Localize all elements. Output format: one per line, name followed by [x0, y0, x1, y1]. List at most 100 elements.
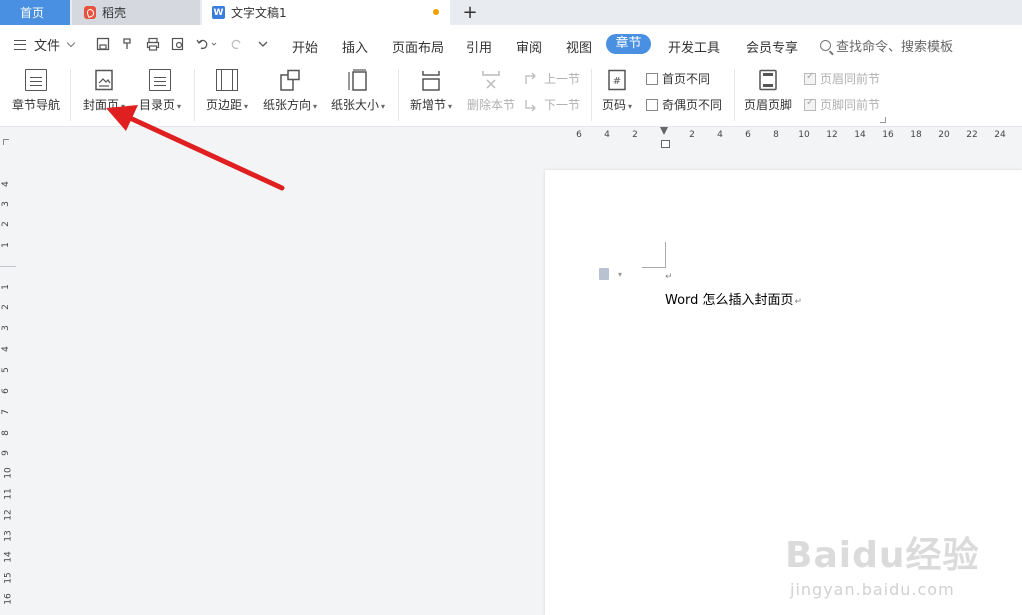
- paragraph-mark-icon: ↵: [794, 297, 803, 307]
- delete-section-button[interactable]: 删除本节: [464, 63, 518, 113]
- different-odd-even-checkbox[interactable]: 奇偶页不同: [646, 96, 722, 113]
- menu-developer[interactable]: 开发工具: [668, 37, 720, 56]
- margins-icon: [216, 69, 238, 91]
- unsaved-indicator-icon: [433, 9, 439, 15]
- vertical-ruler[interactable]: 4 3 2 1 1 2 3 4 5 6 7 8 9 10 11 12 13 14…: [0, 147, 16, 615]
- new-section-icon: [422, 71, 440, 91]
- ruler-tick-label: 10: [3, 467, 14, 479]
- ruler-tick-label: 13: [3, 530, 14, 542]
- paper-size-button[interactable]: 纸张大小: [327, 63, 389, 113]
- next-section-label: 下一节: [544, 98, 581, 112]
- redo-icon[interactable]: [229, 37, 243, 51]
- toc-page-button[interactable]: 目录页: [134, 63, 186, 113]
- margins-button[interactable]: 页边距: [200, 63, 254, 113]
- indent-marker-icon[interactable]: [660, 127, 670, 148]
- checkbox-icon: [646, 98, 658, 111]
- file-menu[interactable]: 文件: [14, 35, 76, 54]
- watermark-brand: Baidu经验: [785, 535, 980, 576]
- chevron-down-icon[interactable]: ▾: [618, 270, 622, 279]
- menu-references[interactable]: 引用: [466, 37, 492, 56]
- toc-page-icon: [149, 69, 171, 91]
- header-footer-button[interactable]: 页眉页脚: [740, 63, 796, 113]
- watermark-url: jingyan.baidu.com: [790, 580, 955, 599]
- search-icon: [820, 40, 831, 51]
- margins-label: 页边距: [206, 96, 248, 113]
- new-section-label: 新增节: [410, 96, 452, 113]
- print-preview-icon[interactable]: [171, 37, 185, 51]
- tab-daoke-label: 稻壳: [102, 6, 127, 20]
- cover-page-button[interactable]: 封面页: [78, 63, 130, 113]
- ruler-tick-label: 3: [0, 201, 11, 207]
- footer-same-as-previous-checkbox[interactable]: 页脚同前节: [804, 96, 880, 113]
- divider: [70, 69, 71, 121]
- next-section-icon: [525, 99, 536, 111]
- orientation-button[interactable]: 纸张方向: [259, 63, 321, 113]
- menu-page-layout[interactable]: 页面布局: [392, 37, 444, 56]
- horizontal-ruler[interactable]: 6 4 2 2 4 6 8 10 12 14 16 18 20 22 24: [0, 127, 1022, 147]
- prev-section-label: 上一节: [544, 72, 581, 86]
- document-body-text[interactable]: Word 怎么插入封面页↵: [665, 289, 802, 308]
- format-painter-icon[interactable]: [121, 37, 135, 51]
- tab-daoke[interactable]: 稻壳: [72, 0, 200, 25]
- menu-home[interactable]: 开始: [292, 37, 318, 56]
- writer-doc-icon: W: [212, 6, 225, 19]
- document-text: Word 怎么插入封面页: [665, 293, 794, 308]
- tab-stop-selector-icon[interactable]: [3, 139, 9, 145]
- undo-icon[interactable]: [196, 37, 218, 51]
- ruler-tick-label: 6: [0, 388, 11, 394]
- chapter-nav-icon: [25, 69, 47, 91]
- menu-bar: 文件 开始 插入 页面布局 引用 审阅 视图 章节 开发工具 会员专享 查找命令…: [0, 25, 1022, 63]
- save-icon[interactable]: [96, 37, 110, 51]
- ruler-tick-label: 8: [773, 130, 779, 140]
- menu-chapter[interactable]: 章节: [606, 34, 651, 54]
- ruler-tick-label: 4: [0, 346, 11, 352]
- ruler-tick-label: 1: [0, 242, 11, 248]
- tab-bar: 首页 稻壳 W 文字文稿1 +: [0, 0, 1022, 25]
- cover-page-label: 封面页: [83, 96, 125, 113]
- header-same-as-previous-checkbox[interactable]: 页眉同前节: [804, 70, 880, 87]
- command-search[interactable]: 查找命令、搜索模板: [820, 36, 953, 55]
- ruler-tick-label: 2: [0, 304, 11, 310]
- ruler-tick-label: 6: [576, 130, 582, 140]
- divider: [398, 69, 399, 121]
- ruler-tick-label: 16: [3, 593, 14, 605]
- menu-review[interactable]: 审阅: [516, 37, 542, 56]
- new-section-button[interactable]: 新增节: [405, 63, 457, 113]
- menu-member[interactable]: 会员专享: [746, 37, 798, 56]
- daoke-logo-icon: [84, 6, 96, 19]
- tab-home[interactable]: 首页: [0, 0, 70, 25]
- page-number-button[interactable]: # 页码: [596, 63, 638, 113]
- ruler-tick-label: 2: [632, 130, 638, 140]
- new-tab-button[interactable]: +: [460, 0, 480, 25]
- ribbon-expand-icon[interactable]: [880, 117, 886, 123]
- checkbox-icon: [804, 97, 816, 111]
- page-number-label: 页码: [602, 96, 632, 113]
- different-first-page-label: 首页不同: [662, 72, 711, 86]
- different-first-page-checkbox[interactable]: 首页不同: [646, 70, 710, 87]
- chapter-nav-button[interactable]: 章节导航: [10, 63, 62, 113]
- divider: [591, 69, 592, 121]
- print-icon[interactable]: [146, 37, 160, 51]
- menu-view[interactable]: 视图: [566, 37, 592, 56]
- ruler-tick-label: 15: [3, 572, 14, 584]
- menu-insert[interactable]: 插入: [342, 37, 368, 56]
- margin-corner-marker: [642, 242, 666, 268]
- ruler-tick-label: 12: [3, 509, 14, 521]
- paragraph-mark-icon: ↵: [665, 272, 673, 282]
- ruler-margin-marker: [0, 266, 16, 267]
- chapter-ribbon: 章节导航 封面页 目录页 页边距 纸张方向 纸张大小 新增节 删除本节 上一节 …: [0, 63, 1022, 127]
- svg-text:#: #: [613, 76, 621, 87]
- header-footer-icon: [759, 69, 777, 91]
- ruler-tick-label: 20: [938, 130, 950, 140]
- tab-document[interactable]: W 文字文稿1: [202, 0, 450, 25]
- ruler-tick-label: 5: [0, 367, 11, 373]
- file-menu-label: 文件: [34, 39, 61, 54]
- ruler-tick-label: 9: [0, 450, 11, 456]
- ruler-tick-label: 2: [689, 130, 695, 140]
- document-block-icon[interactable]: [599, 268, 609, 280]
- chevron-down-icon[interactable]: [256, 37, 270, 51]
- paper-size-label: 纸张大小: [331, 96, 385, 113]
- ruler-tick-label: 7: [0, 409, 11, 415]
- next-section-button[interactable]: 下一节: [524, 96, 580, 113]
- prev-section-button[interactable]: 上一节: [524, 70, 580, 87]
